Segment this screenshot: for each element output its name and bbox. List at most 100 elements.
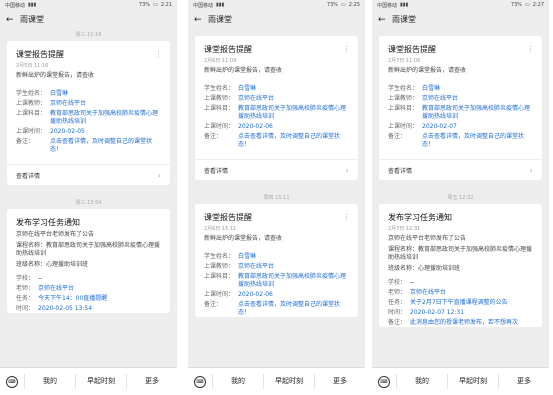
field-value: 教育部思政司关于加强高校肺炎疫情心理援助热线培训 xyxy=(422,105,531,120)
card-date: 2月7日 12:31 xyxy=(388,226,421,232)
back-arrow-icon[interactable]: ← xyxy=(378,15,386,25)
battery-level: 73% xyxy=(138,2,151,8)
card-desc: 京师在线平台老师发布了公告 xyxy=(388,235,467,242)
field-value: 此消息由您的授课老师发布，若不想再次 xyxy=(410,319,519,326)
view-details-label: 查看详情 xyxy=(16,172,41,180)
message-list[interactable]: 课堂报告提醒 ⋮ 2月6日 11:09 新鲜出炉的课堂报告，请查收 学生姓名：白… xyxy=(188,29,365,368)
more-options-icon[interactable]: ⋮ xyxy=(343,213,350,221)
report-card[interactable]: 课堂报告提醒 ⋮ 2月6日 15:11 新鲜出炉的课堂报告，请查收 学生姓名：白… xyxy=(195,204,358,317)
carrier-label: 中国移动 xyxy=(377,2,398,9)
field-value: 关于2月7日下午直播课程调整的公告 xyxy=(410,299,508,306)
battery-icon: ▭ xyxy=(153,2,158,8)
field-value: -- xyxy=(410,279,415,286)
field-label: 上课教师： xyxy=(204,95,235,102)
menu-my[interactable]: 我的 xyxy=(24,374,75,389)
app-header: ← 雨课堂 xyxy=(372,10,549,29)
status-bar: 中国移动 ▮▮▮ 73% ▭ 2:21 xyxy=(0,0,177,10)
field-label: 学生姓名： xyxy=(204,253,235,260)
menu-early-rise[interactable]: 早起时刻 xyxy=(75,374,126,389)
clock: 2:21 xyxy=(160,2,172,8)
timestamp: 周五 12:32 xyxy=(447,195,474,201)
phone-screen-1: 中国移动 ▮▮▮ 73% ▭ 2:21 ← 雨课堂 周三 11:16 课堂报告提醒 ⋮… xyxy=(0,0,177,395)
bottom-menu: ⌨ 我的 早起时刻 更多 xyxy=(0,367,177,395)
field-label: 上课科目： xyxy=(204,273,235,280)
page-title: 雨课堂 xyxy=(20,15,44,24)
report-card[interactable]: 课堂报告提醒 ⋮ 2月6日 11:09 新鲜出炉的课堂报告，请查收 学生姓名：白… xyxy=(195,36,358,180)
task-card[interactable]: 发布学习任务通知 京师在线平台老师发布了公告 课程名称：教育部思政司关于加强高校… xyxy=(7,209,170,313)
app-header: ← 雨课堂 xyxy=(0,10,177,29)
card-desc: 新鲜出炉的课堂报告，请查收 xyxy=(16,72,95,79)
keyboard-icon[interactable]: ⌨ xyxy=(0,375,24,388)
more-options-icon[interactable]: ⋮ xyxy=(527,45,534,53)
report-card[interactable]: 课堂报告提醒 ⋮ 2月5日 11:16 新鲜出炉的课堂报告，请查收 学生姓名：白… xyxy=(7,41,170,185)
field-value: 2020-02-06 xyxy=(238,291,273,298)
more-options-icon[interactable]: ⋮ xyxy=(155,50,162,58)
message-list[interactable]: 周三 11:16 课堂报告提醒 ⋮ 2月5日 11:16 新鲜出炉的课堂报告，请… xyxy=(0,29,177,368)
view-details-link[interactable]: 查看详情 › xyxy=(16,165,161,185)
field-value: 京师在线平台 xyxy=(38,285,75,292)
field-value: 2020-02-07 xyxy=(422,123,457,130)
report-card[interactable]: 课堂报告提醒 ⋮ 2月7日 11:06 新鲜出炉的课堂报告，请查收 学生姓名：白… xyxy=(379,36,542,180)
field-value: 点击查看详情，及时调整自己的课堂状态！ xyxy=(238,301,341,316)
card-date: 2月7日 11:06 xyxy=(388,58,421,64)
field-value: 白雪琳 xyxy=(422,85,441,92)
field-label: 上课科目： xyxy=(16,110,47,117)
field-value: 白雪琳 xyxy=(50,90,69,97)
card-date: 2月6日 11:09 xyxy=(204,58,237,64)
bottom-menu: ⌨ 我的 早起时刻 更多 xyxy=(188,367,365,395)
menu-early-rise[interactable]: 早起时刻 xyxy=(447,374,498,389)
field-value: 京师在线平台 xyxy=(50,100,87,107)
message-list[interactable]: 课堂报告提醒 ⋮ 2月7日 11:06 新鲜出炉的课堂报告，请查收 学生姓名：白… xyxy=(372,29,549,368)
page-title: 雨课堂 xyxy=(392,15,416,24)
clock: 2:27 xyxy=(532,2,544,8)
field-label: 上课时间： xyxy=(204,123,235,130)
chevron-right-icon: › xyxy=(157,170,161,180)
keyboard-icon[interactable]: ⌨ xyxy=(188,375,212,388)
keyboard-icon[interactable]: ⌨ xyxy=(372,375,396,388)
field-value: 点击查看详情，及时调整自己的课堂状态！ xyxy=(238,133,341,148)
view-details-label: 查看详情 xyxy=(388,167,413,175)
field-label: 上课科目： xyxy=(388,105,419,112)
battery-icon: ▭ xyxy=(341,2,346,8)
card-date: 2月5日 11:16 xyxy=(16,63,49,69)
field-value: 教育部思政司关于加强高校肺炎疫情心理援助热线培训 xyxy=(238,273,347,288)
bottom-menu: ⌨ 我的 早起时刻 更多 xyxy=(372,367,549,395)
field-label: 备注： xyxy=(388,133,407,140)
app-header: ← 雨课堂 xyxy=(188,10,365,29)
card-title: 发布学习任务通知 xyxy=(388,213,452,222)
menu-early-rise[interactable]: 早起时刻 xyxy=(263,374,314,389)
menu-my[interactable]: 我的 xyxy=(212,374,263,389)
field-label: 备注： xyxy=(388,319,407,326)
field-label: 上课时间： xyxy=(16,128,47,135)
menu-more[interactable]: 更多 xyxy=(126,374,177,389)
task-card[interactable]: 发布学习任务通知 2月7日 12:31 京师在线平台老师发布了公告 课程名称：教… xyxy=(379,204,542,327)
more-options-icon[interactable]: ⋮ xyxy=(343,45,350,53)
field-label: 学生姓名： xyxy=(204,85,235,92)
field-label: 学生姓名： xyxy=(16,90,47,97)
menu-more[interactable]: 更多 xyxy=(498,374,549,389)
field-value: 京师在线平台 xyxy=(238,95,275,102)
timestamp: 周四 15:11 xyxy=(263,195,290,201)
field-value: 2020-02-05 13:54 xyxy=(38,305,93,312)
menu-more[interactable]: 更多 xyxy=(314,374,365,389)
field-value: 京师在线平台 xyxy=(422,95,459,102)
timestamp: 周三 11:16 xyxy=(75,32,102,38)
menu-my[interactable]: 我的 xyxy=(396,374,447,389)
back-arrow-icon[interactable]: ← xyxy=(6,15,14,25)
field-label: 任务： xyxy=(16,295,35,302)
timestamp: 周三 13:54 xyxy=(75,200,102,206)
class-name: 班级名称：心理援助培训班 xyxy=(16,261,89,268)
field-label: 上课时间： xyxy=(388,123,419,130)
field-label: 学生姓名： xyxy=(388,85,419,92)
field-value: 京师在线平台 xyxy=(410,289,447,296)
field-label: 时间： xyxy=(388,309,407,316)
field-label: 老师： xyxy=(388,289,407,296)
field-value: 教育部思政司关于加强高校肺炎疫情心理援助热线培训 xyxy=(238,105,347,120)
chevron-right-icon: › xyxy=(345,165,349,175)
field-label: 上课教师： xyxy=(16,100,47,107)
card-date: 2月6日 15:11 xyxy=(204,226,237,232)
view-details-link[interactable]: 查看详情 › xyxy=(388,160,533,180)
view-details-link[interactable]: 查看详情 › xyxy=(204,160,349,180)
battery-level: 73% xyxy=(326,2,339,8)
back-arrow-icon[interactable]: ← xyxy=(194,15,202,25)
